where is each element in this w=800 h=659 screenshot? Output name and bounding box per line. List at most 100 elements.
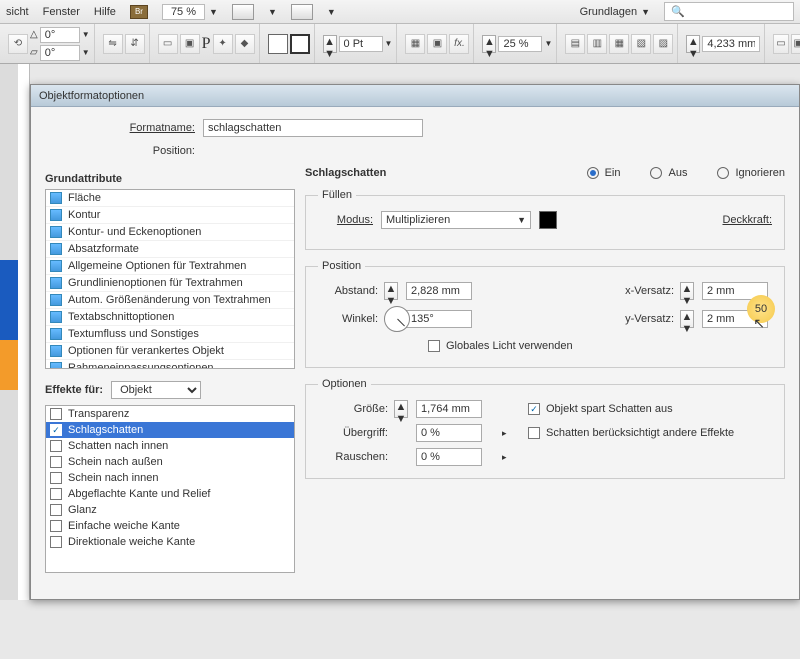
attribute-item[interactable]: Absatzformate — [46, 241, 294, 258]
attribute-item[interactable]: Textabschnittoptionen — [46, 309, 294, 326]
effect-item[interactable]: Schein nach außen — [46, 454, 294, 470]
color-swatch[interactable] — [539, 211, 557, 229]
chevron-down-icon: ▼ — [82, 30, 90, 39]
menubar: sicht Fenster Hilfe Br 75 % ▼ ▼ ▼ Grundl… — [0, 0, 800, 24]
effects-list[interactable]: TransparenzSchlagschattenSchatten nach i… — [45, 405, 295, 573]
yversatz-stepper[interactable]: ▲▼ — [680, 310, 694, 328]
tool-icon[interactable]: ◆ — [235, 34, 255, 54]
uebergriff-input[interactable] — [416, 424, 482, 442]
attribute-item[interactable]: Rahmeneinpassungsoptionen — [46, 360, 294, 369]
stroke-swatch[interactable] — [290, 34, 310, 54]
menu-view[interactable]: sicht — [6, 6, 29, 18]
effect-item[interactable]: Schlagschatten — [46, 422, 294, 438]
wrap-icon[interactable]: ▣ — [427, 34, 447, 54]
beruecksichtigt-checkbox[interactable]: Schatten berücksichtigt andere Effekte — [528, 427, 772, 439]
rotation-input[interactable] — [40, 27, 80, 43]
flip-v-icon[interactable]: ⇵ — [125, 34, 145, 54]
align-icon[interactable]: ▨ — [653, 34, 673, 54]
checkbox-icon — [50, 488, 62, 500]
stroke-weight-input[interactable] — [339, 36, 383, 52]
grundattribute-list[interactable]: Fläche Kontur Kontur- und Eckenoptionen Abs… — [45, 189, 295, 369]
attribute-item[interactable]: Fläche — [46, 190, 294, 207]
link-icon[interactable]: ⟲ — [8, 34, 28, 54]
attribute-item[interactable]: Textumfluss und Sonstiges — [46, 326, 294, 343]
formatname-input[interactable] — [203, 119, 423, 137]
attribute-item[interactable]: Kontur — [46, 207, 294, 224]
effect-item[interactable]: Einfache weiche Kante — [46, 518, 294, 534]
effekte-fuer-select[interactable]: Objekt — [111, 381, 201, 399]
attribute-item[interactable]: Kontur- und Eckenoptionen — [46, 224, 294, 241]
fit-icon[interactable]: ▣ — [791, 34, 800, 54]
panel-title: Schlagschatten — [305, 167, 557, 179]
chevron-down-icon: ▼ — [544, 39, 552, 48]
select-content-icon[interactable]: ▣ — [180, 34, 200, 54]
attribute-item[interactable]: Grundlinienoptionen für Textrahmen — [46, 275, 294, 292]
attribute-item[interactable]: Optionen für verankertes Objekt — [46, 343, 294, 360]
menu-help[interactable]: Hilfe — [94, 6, 116, 18]
menu-window[interactable]: Fenster — [43, 6, 80, 18]
effect-item[interactable]: Glanz — [46, 502, 294, 518]
winkel-dial[interactable] — [384, 306, 410, 332]
search-input[interactable]: 🔍 — [664, 2, 794, 21]
groesse-input[interactable] — [416, 400, 482, 418]
flyout-icon[interactable]: ▸ — [502, 428, 522, 439]
dimension-input[interactable] — [702, 36, 760, 52]
effect-item[interactable]: Schatten nach innen — [46, 438, 294, 454]
radio-ignorieren[interactable]: Ignorieren — [717, 167, 785, 179]
checkbox-icon — [50, 243, 62, 255]
workspace-selector[interactable]: Grundlagen ▼ — [580, 6, 650, 18]
checkbox-icon — [50, 424, 62, 436]
tool-icon[interactable]: ✦ — [213, 34, 233, 54]
attribute-label: Kontur — [68, 209, 100, 221]
attribute-item[interactable]: Autom. Größenänderung von Textrahmen — [46, 292, 294, 309]
align-icon[interactable]: ▦ — [609, 34, 629, 54]
effect-item[interactable]: Direktionale weiche Kante — [46, 534, 294, 550]
screen-mode-icon[interactable] — [232, 4, 254, 20]
spart-schatten-checkbox[interactable]: Objekt spart Schatten aus — [528, 403, 772, 415]
radio-aus[interactable]: Aus — [650, 167, 687, 179]
align-icon[interactable]: ▧ — [631, 34, 651, 54]
arrange-icon[interactable] — [291, 4, 313, 20]
abstand-input[interactable] — [406, 282, 472, 300]
uebergriff-label: Übergriff: — [318, 427, 388, 439]
effect-item[interactable]: Abgeflachte Kante und Relief — [46, 486, 294, 502]
checkbox-icon — [50, 294, 62, 306]
shear-input[interactable] — [40, 45, 80, 61]
grundattribute-header: Grundattribute — [45, 173, 295, 185]
align-icon[interactable]: ▤ — [565, 34, 585, 54]
rauschen-input[interactable] — [416, 448, 482, 466]
radio-ein[interactable]: Ein — [587, 167, 621, 179]
checkbox-icon — [50, 504, 62, 516]
xversatz-stepper[interactable]: ▲▼ — [680, 282, 694, 300]
formatname-label: Formatname: — [105, 122, 195, 134]
percent-input[interactable] — [498, 36, 542, 52]
wrap-icon[interactable]: ▦ — [405, 34, 425, 54]
checkbox-icon — [50, 328, 62, 340]
attribute-item[interactable]: Allgemeine Optionen für Textrahmen — [46, 258, 294, 275]
flip-h-icon[interactable]: ⇋ — [103, 34, 123, 54]
flyout-icon[interactable]: ▸ — [502, 452, 522, 463]
effekte-fuer-label: Effekte für: — [45, 384, 103, 396]
align-icon[interactable]: ▥ — [587, 34, 607, 54]
swatch-orange — [0, 340, 18, 390]
checkbox-icon — [50, 456, 62, 468]
fit-icon[interactable]: ▭ — [773, 34, 788, 54]
effect-item[interactable]: Transparenz — [46, 406, 294, 422]
abstand-stepper[interactable]: ▲▼ — [384, 282, 398, 300]
select-container-icon[interactable]: ▭ — [158, 34, 178, 54]
groesse-stepper[interactable]: ▲▼ — [394, 400, 408, 418]
effect-item[interactable]: Schein nach innen — [46, 470, 294, 486]
fill-swatch[interactable] — [268, 34, 288, 54]
zoom-selector[interactable]: 75 % ▼ — [162, 4, 218, 20]
chevron-down-icon: ▼ — [517, 215, 526, 225]
attribute-label: Absatzformate — [68, 243, 139, 255]
app-icon: Br — [130, 5, 148, 19]
globales-licht-checkbox[interactable]: Globales Licht verwenden — [428, 340, 573, 352]
stroke-stepper[interactable]: ▲▼ — [323, 35, 337, 53]
effects-icon[interactable]: fx. — [449, 34, 469, 54]
modus-combo[interactable]: Multiplizieren ▼ — [381, 211, 531, 229]
percent-stepper[interactable]: ▲▼ — [482, 35, 496, 53]
checkbox-icon — [50, 226, 62, 238]
winkel-input[interactable] — [406, 310, 472, 328]
dim-stepper[interactable]: ▲▼ — [686, 35, 700, 53]
